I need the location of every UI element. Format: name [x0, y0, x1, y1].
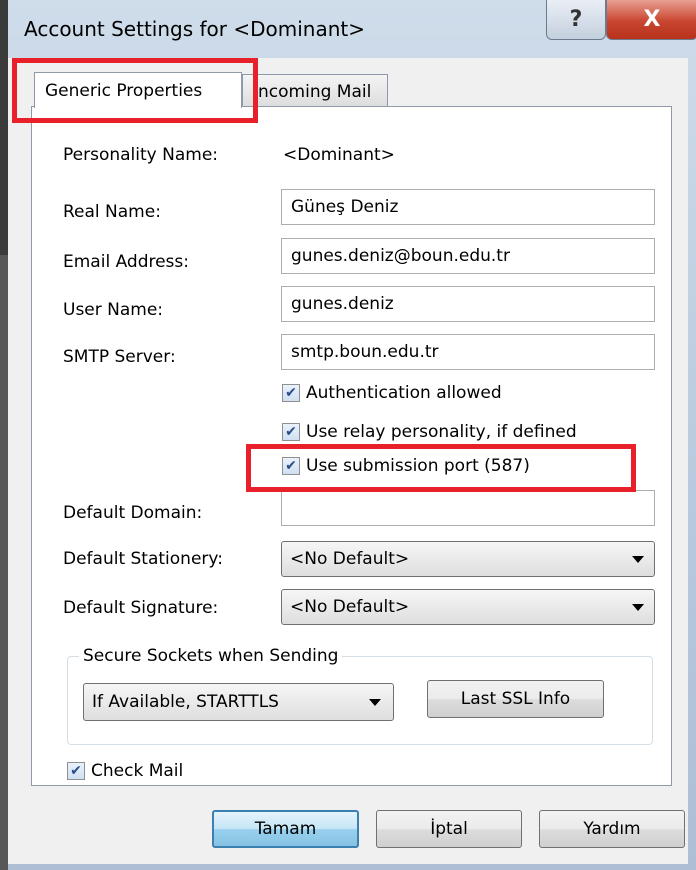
dropdown-value: <No Default>	[290, 549, 410, 569]
personality-name-value: <Dominant>	[283, 145, 395, 165]
tab-incoming-mail[interactable]: Incoming Mail	[242, 74, 388, 108]
cancel-button[interactable]: İptal	[376, 810, 522, 848]
user-name-label: User Name:	[63, 300, 164, 320]
question-icon: ?	[569, 7, 583, 32]
default-signature-dropdown[interactable]: <No Default>	[281, 589, 655, 625]
use-relay-personality-checkbox[interactable]: ✔ Use relay personality, if defined	[282, 422, 577, 442]
user-name-input[interactable]: gunes.deniz	[281, 286, 655, 322]
email-address-text: gunes.deniz@boun.edu.tr	[291, 246, 510, 266]
dialog-window: Account Settings for <Dominant> ? X Gene…	[0, 0, 696, 870]
real-name-label: Real Name:	[63, 202, 161, 222]
dropdown-arrow-icon	[632, 604, 644, 611]
smtp-server-label: SMTP Server:	[63, 347, 176, 367]
background-edge	[0, 0, 8, 870]
smtp-server-input[interactable]: smtp.boun.edu.tr	[281, 334, 655, 370]
real-name-input[interactable]: Güneş Deniz	[281, 189, 655, 225]
help-button[interactable]: Yardım	[539, 810, 685, 848]
dropdown-value: <No Default>	[290, 597, 410, 617]
checkbox-label: Check Mail	[91, 761, 184, 781]
help-title-button[interactable]: ?	[546, 0, 606, 40]
checkmark-icon: ✔	[282, 384, 300, 402]
personality-name-label: Personality Name:	[63, 145, 219, 165]
checkbox-label: Use relay personality, if defined	[306, 422, 577, 442]
tab-label: Generic Properties	[45, 80, 203, 101]
check-mail-checkbox[interactable]: ✔ Check Mail	[67, 761, 183, 781]
default-stationery-label: Default Stationery:	[63, 549, 223, 569]
default-domain-label: Default Domain:	[63, 503, 203, 523]
close-icon: X	[643, 7, 661, 32]
checkmark-icon: ✔	[67, 762, 85, 780]
checkbox-label: Use submission port (587)	[306, 456, 530, 476]
secure-sockets-dropdown[interactable]: If Available, STARTTLS	[83, 683, 394, 721]
secure-sockets-legend: Secure Sockets when Sending	[79, 646, 343, 666]
email-address-input[interactable]: gunes.deniz@boun.edu.tr	[281, 238, 655, 274]
button-label: Tamam	[254, 819, 317, 839]
user-name-text: gunes.deniz	[291, 294, 394, 314]
button-label: İptal	[430, 819, 468, 839]
default-stationery-dropdown[interactable]: <No Default>	[281, 541, 655, 577]
close-button[interactable]: X	[606, 0, 696, 40]
checkbox-label: Authentication allowed	[306, 383, 502, 403]
default-signature-label: Default Signature:	[63, 598, 219, 618]
tab-label: Incoming Mail	[253, 81, 372, 102]
last-ssl-info-button[interactable]: Last SSL Info	[427, 680, 604, 718]
dropdown-value: If Available, STARTTLS	[92, 692, 279, 712]
title-bar[interactable]: Account Settings for <Dominant> ? X	[8, 0, 696, 58]
use-submission-port-checkbox[interactable]: ✔ Use submission port (587)	[282, 456, 530, 476]
checkmark-icon: ✔	[282, 423, 300, 441]
dropdown-arrow-icon	[369, 699, 381, 706]
tab-generic-properties[interactable]: Generic Properties	[34, 72, 242, 108]
real-name-text: Güneş Deniz	[291, 197, 399, 217]
button-label: Last SSL Info	[460, 689, 571, 709]
smtp-server-text: smtp.boun.edu.tr	[291, 342, 439, 362]
button-label: Yardım	[583, 819, 641, 839]
window-title: Account Settings for <Dominant>	[24, 17, 365, 41]
email-address-label: Email Address:	[63, 252, 189, 272]
authentication-allowed-checkbox[interactable]: ✔ Authentication allowed	[282, 383, 502, 403]
default-domain-input[interactable]	[281, 490, 655, 526]
checkmark-icon: ✔	[282, 457, 300, 475]
dropdown-arrow-icon	[632, 556, 644, 563]
ok-button[interactable]: Tamam	[212, 810, 359, 848]
